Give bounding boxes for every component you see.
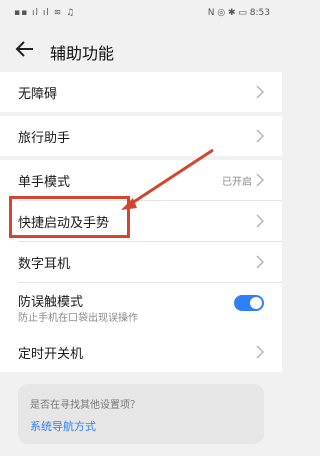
annotation-arrow bbox=[121, 148, 214, 210]
